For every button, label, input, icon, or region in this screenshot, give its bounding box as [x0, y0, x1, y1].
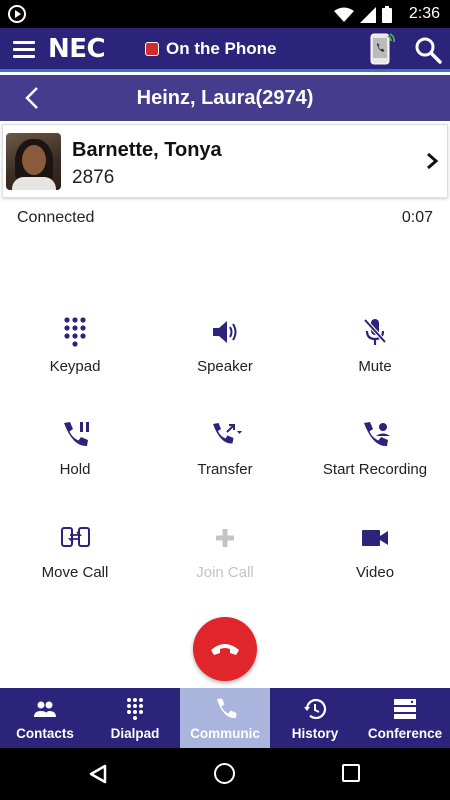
- record-icon: [364, 422, 390, 447]
- status-time: 2:36: [408, 5, 440, 22]
- phone-transfer-icon: [213, 423, 242, 444]
- search-icon[interactable]: [414, 36, 442, 64]
- tab-contacts[interactable]: Contacts: [0, 688, 90, 748]
- home-icon[interactable]: [214, 763, 235, 784]
- tab-communicator-label: Communic: [190, 726, 260, 741]
- system-icons: [334, 6, 392, 23]
- tab-contacts-label: Contacts: [16, 726, 74, 741]
- start-recording-label: Start Recording: [322, 461, 428, 478]
- tab-communicator[interactable]: Communic: [180, 688, 270, 748]
- play-circle-icon: [8, 5, 26, 23]
- chevron-right-icon[interactable]: [425, 151, 439, 171]
- phone-icon: [217, 698, 237, 719]
- speaker-label: Speaker: [197, 358, 253, 375]
- transfer-button[interactable]: Transfer: [150, 419, 300, 499]
- tab-conference-label: Conference: [367, 726, 443, 741]
- speaker-button[interactable]: Speaker: [150, 316, 300, 396]
- video-label: Video: [355, 564, 395, 581]
- call-status: Connected: [17, 209, 95, 226]
- tab-history-label: History: [291, 726, 339, 741]
- mic-off-icon: [363, 318, 387, 345]
- avatar: [6, 133, 61, 190]
- bottom-tab-bar: Contacts Dialpad Communic History Confer…: [0, 688, 450, 748]
- menu-icon[interactable]: [13, 41, 35, 59]
- mute-button[interactable]: Mute: [300, 316, 450, 396]
- status-bar: 2:36: [0, 0, 450, 28]
- people-icon: [34, 701, 56, 717]
- recent-apps-icon[interactable]: [342, 764, 360, 782]
- call-timer: 0:07: [401, 209, 433, 226]
- start-recording-button[interactable]: Start Recording: [300, 419, 450, 499]
- app-header: NEC On the Phone: [0, 28, 450, 72]
- tab-dialpad-label: Dialpad: [110, 726, 160, 741]
- plus-icon: [216, 529, 234, 547]
- tab-conference[interactable]: Conference: [360, 688, 450, 748]
- keypad-icon: [64, 317, 86, 347]
- tab-dialpad[interactable]: Dialpad: [90, 688, 180, 748]
- end-call-button[interactable]: [193, 617, 257, 681]
- speaker-icon: [213, 321, 237, 343]
- hold-label: Hold: [59, 461, 91, 478]
- brand-logo: NEC: [48, 34, 106, 64]
- tab-history[interactable]: History: [270, 688, 360, 748]
- conference-icon: [394, 699, 416, 719]
- back-icon[interactable]: [88, 764, 108, 784]
- page-title: Heinz, Laura(2974): [136, 87, 314, 109]
- call-title-bar: Heinz, Laura(2974): [0, 75, 450, 121]
- keypad-label: Keypad: [49, 358, 101, 375]
- contact-card[interactable]: Barnette, Tonya 2876: [2, 124, 448, 198]
- join-call-button[interactable]: Join Call: [150, 522, 300, 602]
- end-call-icon: [211, 644, 239, 655]
- contact-name: Barnette, Tonya: [72, 139, 222, 161]
- keypad-button[interactable]: Keypad: [0, 316, 150, 396]
- join-call-label: Join Call: [196, 564, 254, 581]
- move-call-icon: [61, 527, 90, 547]
- phone-mode-icon[interactable]: [369, 32, 395, 66]
- transfer-label: Transfer: [197, 461, 253, 478]
- presence-status[interactable]: On the Phone: [166, 39, 277, 59]
- history-icon: [304, 698, 327, 720]
- dialpad-icon: [127, 698, 143, 720]
- video-camera-icon: [362, 530, 388, 546]
- system-nav-bar: [0, 748, 450, 800]
- phone-pause-icon: [64, 422, 89, 447]
- battery-icon: [382, 6, 392, 23]
- move-call-button[interactable]: Move Call: [0, 522, 150, 602]
- presence-status-icon[interactable]: [145, 42, 159, 56]
- wifi-icon: [334, 7, 354, 22]
- hold-button[interactable]: Hold: [0, 419, 150, 499]
- mute-label: Mute: [358, 358, 392, 375]
- move-call-label: Move Call: [41, 564, 109, 581]
- video-button[interactable]: Video: [300, 522, 450, 602]
- signal-icon: [360, 6, 376, 23]
- contact-extension: 2876: [72, 167, 115, 188]
